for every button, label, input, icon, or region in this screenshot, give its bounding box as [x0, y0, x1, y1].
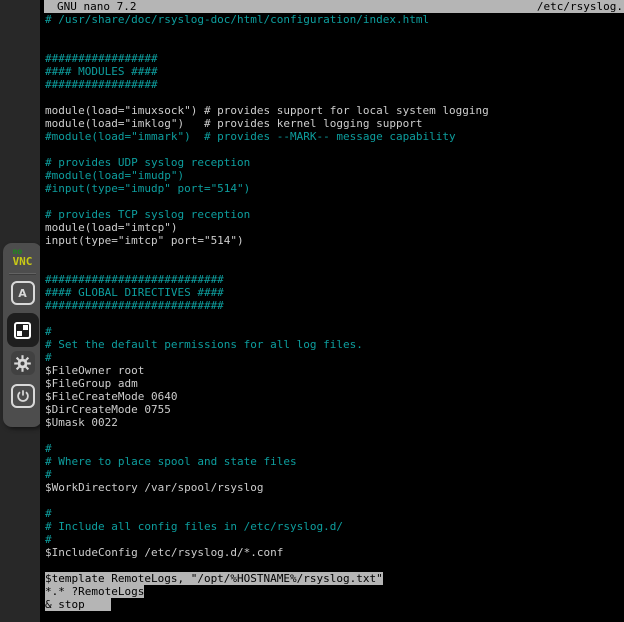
editor-line: #### MODULES #### — [45, 65, 624, 78]
editor-line: module(load="imtcp") — [45, 221, 624, 234]
editor-line: & stop — [45, 598, 624, 611]
editor-line: $FileOwner root — [45, 364, 624, 377]
power-icon — [16, 389, 30, 403]
terminal-screen[interactable]: GNU nano 7.2 /etc/rsyslog. # /usr/share/… — [40, 0, 624, 622]
editor-line: $FileGroup adm — [45, 377, 624, 390]
editor-line: # — [45, 507, 624, 520]
editor-line: # /usr/share/doc/rsyslog-doc/html/config… — [45, 13, 624, 26]
editor-line — [45, 195, 624, 208]
editor-line — [45, 494, 624, 507]
editor-line: ########################### — [45, 299, 624, 312]
editor-line: $Umask 0022 — [45, 416, 624, 429]
editor-line — [45, 312, 624, 325]
editor-line: $FileCreateMode 0640 — [45, 390, 624, 403]
extra-keys-button[interactable]: A — [11, 281, 35, 305]
editor-line: *.* ?RemoteLogs — [45, 585, 624, 598]
editor-line: # Include all config files in /etc/rsysl… — [45, 520, 624, 533]
editor-line: # — [45, 533, 624, 546]
editor-line: # Where to place spool and state files — [45, 455, 624, 468]
nano-titlebar: GNU nano 7.2 /etc/rsyslog. — [44, 0, 624, 13]
editor-line: # provides UDP syslog reception — [45, 156, 624, 169]
editor-line: #module(load="imudp") — [45, 169, 624, 182]
editor-line: # — [45, 468, 624, 481]
gear-icon — [14, 355, 31, 372]
a-key-icon: A — [18, 287, 27, 300]
editor-line: # — [45, 442, 624, 455]
editor-line: $IncludeConfig /etc/rsyslog.d/*.conf — [45, 546, 624, 559]
editor-line: #input(type="imudp" port="514") — [45, 182, 624, 195]
editor-line — [45, 91, 624, 104]
editor-line: input(type="imtcp" port="514") — [45, 234, 624, 247]
novnc-logo-vnc: VNC — [13, 256, 33, 267]
editor-line — [45, 143, 624, 156]
nano-version: GNU nano 7.2 — [57, 0, 136, 13]
editor-line — [45, 26, 624, 39]
editor-line: ################# — [45, 78, 624, 91]
editor-line: # — [45, 325, 624, 338]
editor-line: # Set the default permissions for all lo… — [45, 338, 624, 351]
editor-line — [45, 429, 624, 442]
editor-line: # — [45, 351, 624, 364]
editor-line: $template RemoteLogs, "/opt/%HOSTNAME%/r… — [45, 572, 624, 585]
editor-line — [45, 260, 624, 273]
novnc-logo: no VNC — [13, 248, 33, 267]
fullscreen-icon — [14, 322, 31, 339]
editor-content: # /usr/share/doc/rsyslog-doc/html/config… — [45, 13, 624, 611]
nano-filename: /etc/rsyslog. — [537, 0, 623, 13]
power-button[interactable] — [11, 384, 35, 408]
editor-line: #### GLOBAL DIRECTIVES #### — [45, 286, 624, 299]
panel-divider — [9, 273, 36, 275]
settings-button[interactable] — [11, 351, 35, 375]
vnc-control-bar: no VNC A — [3, 243, 42, 427]
editor-line: # provides TCP syslog reception — [45, 208, 624, 221]
editor-line: ########################### — [45, 273, 624, 286]
editor-line — [45, 559, 624, 572]
editor-line: module(load="imklog") # provides kernel … — [45, 117, 624, 130]
editor-line: #module(load="immark") # provides --MARK… — [45, 130, 624, 143]
editor-line: ################# — [45, 52, 624, 65]
editor-line — [45, 247, 624, 260]
editor-line: $DirCreateMode 0755 — [45, 403, 624, 416]
editor-line: $WorkDirectory /var/spool/rsyslog — [45, 481, 624, 494]
fullscreen-button[interactable] — [7, 313, 39, 347]
editor-line — [45, 39, 624, 52]
editor-line: module(load="imuxsock") # provides suppo… — [45, 104, 624, 117]
